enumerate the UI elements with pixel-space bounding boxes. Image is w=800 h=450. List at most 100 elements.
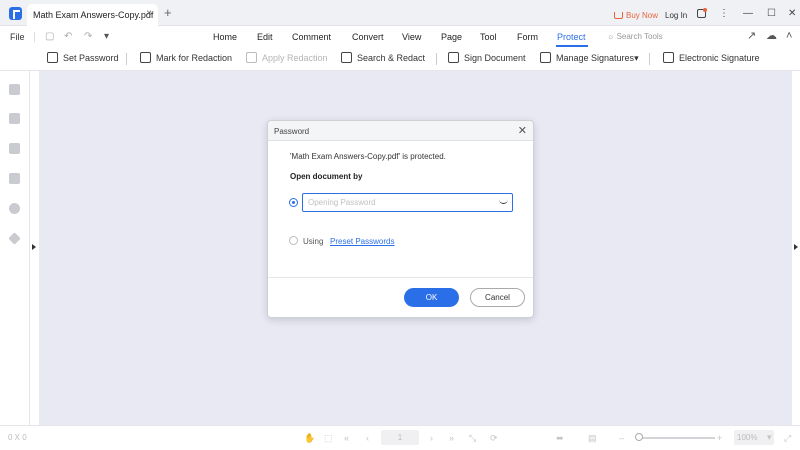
document-tab-label: Math Exam Answers-Copy.pdf xyxy=(33,10,154,20)
zoom-slider-handle[interactable] xyxy=(635,433,643,441)
open-document-by-label: Open document by xyxy=(290,172,363,181)
dialog-title: Password xyxy=(274,127,310,136)
buy-now-label: Buy Now xyxy=(626,11,659,20)
comment-icon[interactable] xyxy=(9,143,20,154)
apply-redaction-icon xyxy=(246,52,257,63)
search-redact-icon xyxy=(341,52,352,63)
sign-document-icon xyxy=(448,52,459,63)
redaction-mark-icon xyxy=(140,52,151,63)
expand-sidebar-arrow-icon[interactable] xyxy=(32,244,36,250)
fit-width-icon[interactable]: ⬌ xyxy=(556,433,564,443)
menu-page[interactable]: Page xyxy=(441,32,462,42)
opening-password-input[interactable] xyxy=(302,193,513,212)
search-redact-button[interactable]: Search & Redact xyxy=(341,52,425,66)
buy-now-button[interactable]: Buy Now xyxy=(614,11,658,20)
layers-icon[interactable] xyxy=(8,232,21,245)
redo-icon[interactable]: ↷ xyxy=(84,32,92,42)
search-tools[interactable]: ☼ Search Tools xyxy=(607,32,663,41)
collapse-ribbon-icon[interactable]: ˄ xyxy=(786,31,792,42)
title-bar: Math Exam Answers-Copy.pdf × + Buy Now L… xyxy=(0,0,800,26)
cancel-button[interactable]: Cancel xyxy=(470,288,525,307)
lock-icon xyxy=(47,52,58,63)
divider xyxy=(436,53,437,65)
share-icon[interactable]: ↗ xyxy=(747,31,756,42)
search-tools-label: Search Tools xyxy=(616,32,663,41)
divider xyxy=(126,53,127,65)
maximize-button[interactable]: ☐ xyxy=(767,9,776,19)
new-tab-button[interactable]: + xyxy=(164,6,172,19)
dialog-close-icon[interactable]: ✕ xyxy=(518,124,527,137)
hand-tool-icon[interactable]: ✋ xyxy=(304,433,315,443)
minimize-button[interactable]: — xyxy=(743,9,753,19)
login-button[interactable]: Log In xyxy=(665,11,687,20)
opening-password-radio[interactable] xyxy=(289,198,298,207)
set-password-button[interactable]: Set Password xyxy=(47,52,119,66)
thumbnails-icon[interactable] xyxy=(9,84,20,95)
signature-icon xyxy=(540,52,551,63)
electronic-signature-label: Electronic Signature xyxy=(679,53,760,63)
select-tool-icon[interactable]: ⬚ xyxy=(324,433,333,443)
zoom-out-icon[interactable]: – xyxy=(619,433,624,443)
app-logo-icon xyxy=(9,7,22,20)
rotate-icon[interactable]: ⟳ xyxy=(490,433,498,443)
menu-edit[interactable]: Edit xyxy=(257,32,273,42)
menu-home[interactable]: Home xyxy=(213,32,237,42)
zoom-slider-track[interactable] xyxy=(637,437,715,439)
previous-page-icon[interactable]: ‹ xyxy=(366,433,369,443)
menu-file[interactable]: File xyxy=(10,32,25,42)
menu-bar: File ▢ ↶ ↷ ▾ Home Edit Comment Convert V… xyxy=(0,26,800,47)
tab-close-icon[interactable]: × xyxy=(146,8,152,19)
next-page-icon[interactable]: › xyxy=(430,433,433,443)
manage-signatures-label: Manage Signatures xyxy=(556,53,635,63)
zoom-in-icon[interactable]: + xyxy=(717,433,722,443)
search-icon[interactable] xyxy=(9,203,20,214)
document-tab[interactable]: Math Exam Answers-Copy.pdf × xyxy=(27,4,158,26)
menu-convert[interactable]: Convert xyxy=(352,32,384,42)
menu-tool[interactable]: Tool xyxy=(480,32,497,42)
undo-icon[interactable]: ↶ xyxy=(64,32,72,42)
more-options-icon[interactable]: ⋮ xyxy=(719,9,729,19)
attachment-icon[interactable] xyxy=(9,173,20,184)
notification-icon[interactable] xyxy=(697,8,707,18)
page-number-input[interactable]: 1 xyxy=(381,430,419,445)
password-dialog: Password ✕ 'Math Exam Answers-Copy.pdf' … xyxy=(267,120,534,318)
lightbulb-icon: ☼ xyxy=(607,32,617,41)
menu-form[interactable]: Form xyxy=(517,32,538,42)
search-redact-label: Search & Redact xyxy=(357,53,426,63)
mark-for-redaction-label: Mark for Redaction xyxy=(156,53,233,63)
zoom-dropdown-icon[interactable]: ▾ xyxy=(767,432,772,442)
menu-comment[interactable]: Comment xyxy=(292,32,331,42)
manage-signatures-button[interactable]: Manage Signatures▾ xyxy=(540,52,639,66)
last-page-icon[interactable]: » xyxy=(449,433,454,443)
divider xyxy=(649,53,650,65)
electronic-signature-button[interactable]: Electronic Signature xyxy=(663,52,760,66)
mark-for-redaction-button[interactable]: Mark for Redaction xyxy=(140,52,232,66)
apply-redaction-button[interactable]: Apply Redaction xyxy=(246,52,328,66)
dialog-header: Password ✕ xyxy=(268,121,533,141)
sign-document-label: Sign Document xyxy=(464,53,526,63)
menu-view[interactable]: View xyxy=(402,32,421,42)
left-sidebar xyxy=(0,71,30,425)
divider xyxy=(34,32,35,42)
bookmark-icon[interactable] xyxy=(9,113,20,124)
preset-passwords-link[interactable]: Preset Passwords xyxy=(330,237,394,246)
dialog-divider xyxy=(268,277,533,278)
fit-page-icon[interactable]: ⤡ xyxy=(469,433,476,443)
close-window-button[interactable]: ✕ xyxy=(788,9,796,19)
protect-toolbar: Set Password Mark for Redaction Apply Re… xyxy=(0,47,800,71)
cursor-coordinates: 0 X 0 xyxy=(8,433,27,442)
set-password-label: Set Password xyxy=(63,53,119,63)
page-layout-icon[interactable]: ▤ xyxy=(588,433,597,443)
menu-protect[interactable]: Protect xyxy=(557,32,586,42)
ok-button[interactable]: OK xyxy=(404,288,459,307)
apply-redaction-label: Apply Redaction xyxy=(262,53,328,63)
upload-cloud-icon[interactable]: ☁ xyxy=(766,31,777,42)
quick-access-dropdown-icon[interactable]: ▾ xyxy=(104,32,109,42)
save-icon[interactable]: ▢ xyxy=(45,32,54,42)
first-page-icon[interactable]: « xyxy=(344,433,349,443)
fullscreen-icon[interactable]: ⤢ xyxy=(784,433,791,443)
sign-document-button[interactable]: Sign Document xyxy=(448,52,526,66)
expand-right-panel-arrow-icon[interactable] xyxy=(794,244,798,250)
preset-password-radio[interactable] xyxy=(289,236,298,245)
chevron-down-icon: ▾ xyxy=(634,53,639,63)
